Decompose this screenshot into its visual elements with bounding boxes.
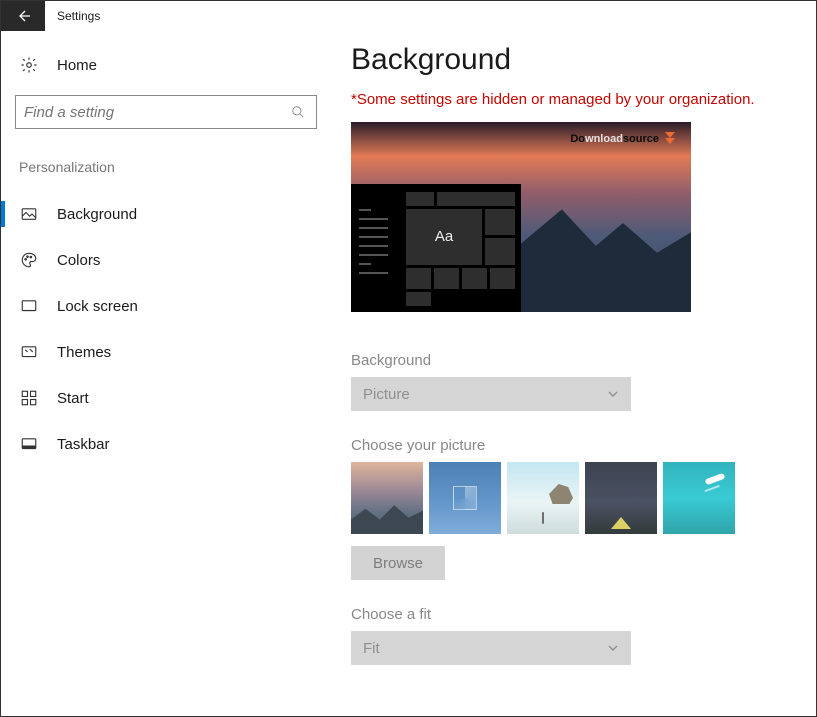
watermark: Downloadsource [570, 132, 679, 146]
nav-label: Taskbar [57, 436, 110, 453]
window-title: Settings [45, 9, 100, 23]
download-icon [661, 132, 679, 146]
lockscreen-icon [19, 296, 39, 316]
nav-item-taskbar[interactable]: Taskbar [15, 421, 317, 467]
nav-label: Background [57, 206, 137, 223]
picture-icon [19, 204, 39, 224]
chevron-down-icon [607, 388, 619, 400]
recent-picture-1[interactable] [351, 462, 423, 534]
background-select-value: Picture [363, 386, 410, 403]
section-heading: Personalization [15, 159, 317, 191]
nav-item-colors[interactable]: Colors [15, 237, 317, 283]
gear-icon [19, 55, 39, 75]
recent-pictures [351, 462, 796, 534]
background-select[interactable]: Picture [351, 377, 631, 411]
nav-label: Lock screen [57, 298, 138, 315]
nav-label: Themes [57, 344, 111, 361]
recent-picture-4[interactable] [585, 462, 657, 534]
background-preview: Downloadsource Aa [351, 122, 691, 312]
search-input[interactable] [24, 104, 288, 121]
recent-picture-5[interactable] [663, 462, 735, 534]
page-title: Background [351, 43, 796, 77]
background-select-label: Background [351, 352, 796, 369]
taskbar-icon [19, 434, 39, 454]
start-menu-preview: Aa [351, 184, 521, 312]
nav-item-background[interactable]: Background [15, 191, 317, 237]
titlebar: Settings [1, 1, 816, 31]
themes-icon [19, 342, 39, 362]
nav-item-themes[interactable]: Themes [15, 329, 317, 375]
nav-label: Start [57, 390, 89, 407]
recent-picture-2[interactable] [429, 462, 501, 534]
org-warning: *Some settings are hidden or managed by … [351, 91, 796, 108]
start-tiles-icon [19, 388, 39, 408]
fit-select-value: Fit [363, 640, 380, 657]
home-label: Home [57, 57, 97, 74]
nav-item-start[interactable]: Start [15, 375, 317, 421]
nav-label: Colors [57, 252, 100, 269]
sample-text-tile: Aa [406, 209, 482, 265]
fit-select[interactable]: Fit [351, 631, 631, 665]
arrow-left-icon [15, 8, 31, 24]
content: Background *Some settings are hidden or … [331, 31, 816, 716]
fit-select-label: Choose a fit [351, 606, 796, 623]
back-button[interactable] [1, 1, 45, 31]
search-icon [288, 102, 308, 122]
home-nav[interactable]: Home [15, 49, 317, 95]
search-box[interactable] [15, 95, 317, 129]
choose-picture-label: Choose your picture [351, 437, 796, 454]
recent-picture-3[interactable] [507, 462, 579, 534]
palette-icon [19, 250, 39, 270]
chevron-down-icon [607, 642, 619, 654]
browse-button[interactable]: Browse [351, 546, 445, 580]
nav-item-lockscreen[interactable]: Lock screen [15, 283, 317, 329]
sidebar: Home Personalization Background Colors [1, 31, 331, 716]
